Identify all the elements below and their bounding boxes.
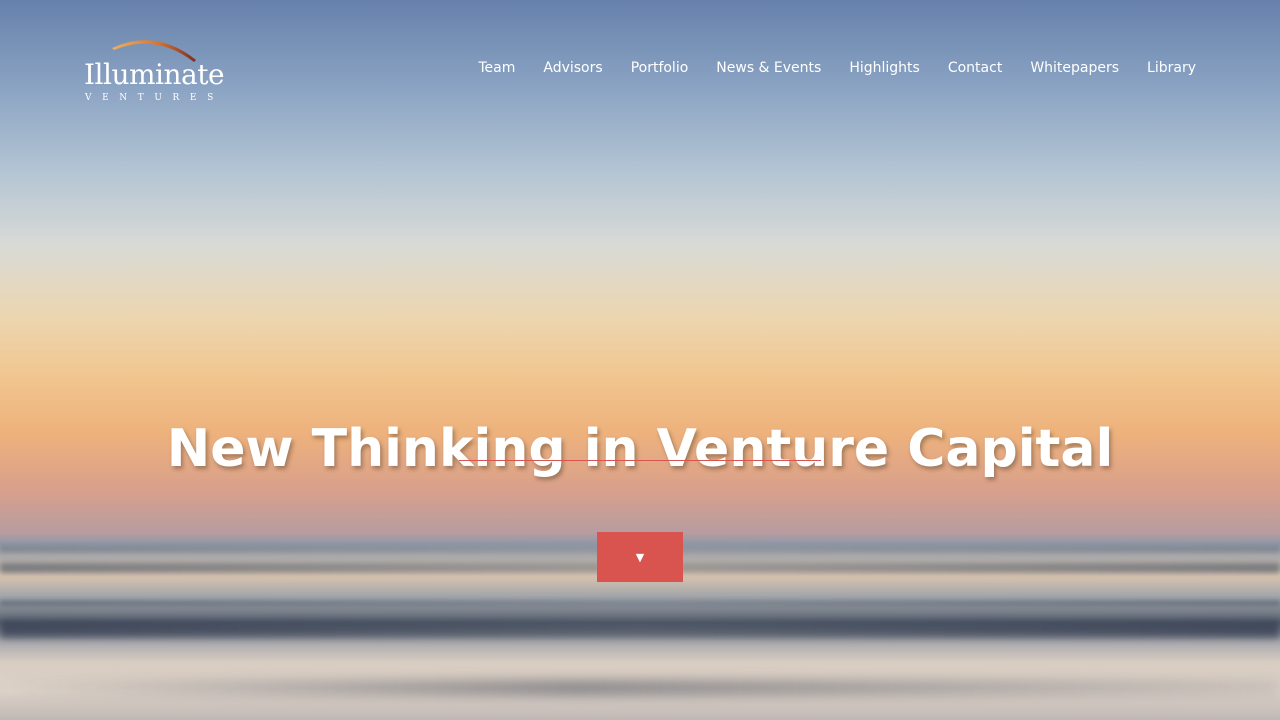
- hero-section: Illuminate VENTURES Team Advisors Portfo…: [0, 0, 1280, 720]
- nav-item-news-events[interactable]: News & Events: [716, 60, 821, 76]
- nav-item-contact[interactable]: Contact: [948, 60, 1002, 76]
- hero-headline: New Thinking in Venture Capital: [166, 418, 1114, 479]
- main-nav: Team Advisors Portfolio News & Events Hi…: [478, 60, 1196, 76]
- scroll-down-button[interactable]: ▼: [597, 532, 683, 582]
- logo-wordmark: Illuminate: [84, 58, 225, 91]
- nav-item-team[interactable]: Team: [478, 60, 515, 76]
- nav-item-whitepapers[interactable]: Whitepapers: [1030, 60, 1119, 76]
- site-logo[interactable]: Illuminate VENTURES: [82, 34, 232, 108]
- background-streak: [0, 600, 1280, 606]
- nav-item-library[interactable]: Library: [1147, 60, 1196, 76]
- headline-divider: [459, 460, 821, 461]
- nav-item-highlights[interactable]: Highlights: [849, 60, 920, 76]
- triangle-down-icon: ▼: [635, 550, 645, 564]
- logo-subtitle: VENTURES: [85, 93, 224, 103]
- background-streak: [0, 680, 1280, 696]
- background-streak: [0, 620, 1280, 638]
- nav-item-portfolio[interactable]: Portfolio: [631, 60, 689, 76]
- nav-item-advisors[interactable]: Advisors: [543, 60, 602, 76]
